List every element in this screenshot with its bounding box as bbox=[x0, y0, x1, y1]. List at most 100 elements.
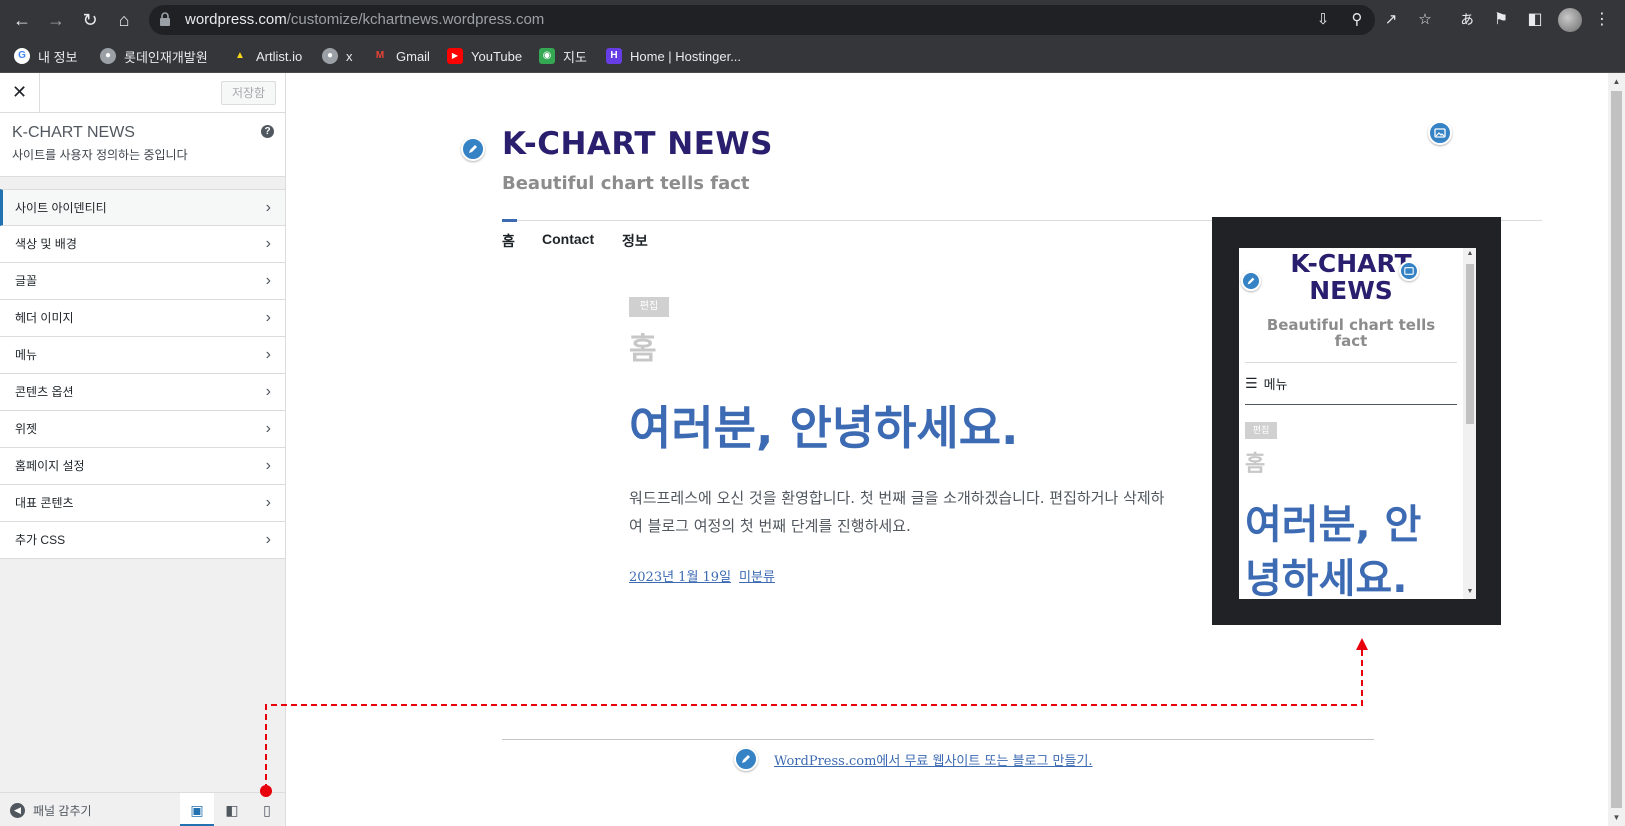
post-body: 워드프레스에 오신 것을 환영합니다. 첫 번째 글을 소개하겠습니다. 편집하… bbox=[629, 484, 1219, 540]
menu-item-label: 메뉴 bbox=[15, 348, 38, 362]
bookmark-item[interactable]: G내 정보 bbox=[14, 46, 78, 66]
star-icon[interactable]: ☆ bbox=[1415, 10, 1435, 30]
chevron-right-icon: › bbox=[265, 309, 271, 326]
menu-item-homepage-settings[interactable]: 홈페이지 설정 › bbox=[0, 448, 285, 485]
back-arrow-icon[interactable]: ← bbox=[10, 8, 34, 32]
customizer-footer: ◀ 패널 감추기 ▣ ◧ ▯ bbox=[0, 792, 285, 826]
mobile-divider bbox=[1245, 362, 1457, 363]
menu-item-content-options[interactable]: 콘텐츠 옵션 › bbox=[0, 374, 285, 411]
bookmark-item[interactable]: ◉ 지도 bbox=[539, 46, 587, 66]
scroll-down-icon[interactable]: ▼ bbox=[1466, 588, 1474, 595]
mobile-heading-line: 여러분, 안 bbox=[1245, 502, 1422, 548]
menu-item-label: 위젯 bbox=[15, 422, 38, 436]
install-icon[interactable]: ⇩ bbox=[1313, 10, 1333, 30]
collapse-panel-button[interactable]: ◀ 패널 감추기 bbox=[10, 802, 92, 819]
translate-extension-icon[interactable]: ぁ bbox=[1455, 8, 1479, 32]
mobile-edit-tag[interactable]: 편집 bbox=[1245, 422, 1277, 439]
mobile-site-description: Beautiful chart tells fact bbox=[1239, 317, 1463, 349]
tablet-preview-icon[interactable]: ◧ bbox=[215, 793, 249, 826]
preview-scrollbar[interactable]: ▲ ▼ bbox=[1608, 73, 1625, 826]
menu-item-additional-css[interactable]: 추가 CSS › bbox=[0, 522, 285, 559]
scroll-up-icon[interactable]: ▲ bbox=[1612, 77, 1621, 86]
hamburger-icon: ☰ bbox=[1245, 375, 1258, 391]
footer-link[interactable]: WordPress.com에서 무료 웹사이트 또는 블로그 만들기. bbox=[774, 750, 1093, 769]
side-panel-icon[interactable]: ◧ bbox=[1523, 8, 1547, 32]
bookmark-item[interactable]: ▶ YouTube bbox=[447, 46, 522, 66]
nav-item-home[interactable]: 홈 bbox=[502, 231, 515, 251]
site-title[interactable]: K-CHART NEWS bbox=[502, 126, 773, 162]
menu-item-widgets[interactable]: 위젯 › bbox=[0, 411, 285, 448]
home-icon[interactable]: ⌂ bbox=[112, 8, 136, 32]
mobile-desc-line: fact bbox=[1334, 332, 1368, 350]
mobile-header-image-edit-icon[interactable] bbox=[1399, 261, 1419, 281]
nav-item-info[interactable]: 정보 bbox=[622, 231, 648, 251]
collapse-label: 패널 감추기 bbox=[33, 804, 92, 818]
close-icon[interactable]: ✕ bbox=[0, 73, 40, 113]
menu-item-label: 홈페이지 설정 bbox=[15, 459, 85, 473]
kebab-menu-icon[interactable]: ⋮ bbox=[1590, 8, 1614, 32]
bookmark-item[interactable]: ● x bbox=[322, 46, 353, 66]
maps-icon: ◉ bbox=[539, 48, 555, 64]
nav-item-contact[interactable]: Contact bbox=[542, 231, 594, 247]
site-description: Beautiful chart tells fact bbox=[502, 173, 750, 194]
menu-item-label: 콘텐츠 옵션 bbox=[15, 385, 74, 399]
scroll-up-icon[interactable]: ▲ bbox=[1466, 250, 1474, 257]
bookmark-item[interactable]: ▲ Artlist.io bbox=[232, 46, 302, 66]
mobile-preview-frame: K-CHART NEWS Beautiful chart tells fact … bbox=[1212, 217, 1501, 625]
nav-active-indicator bbox=[502, 219, 517, 222]
customizer-subtitle: 사이트를 사용자 정의하는 중입니다 bbox=[12, 148, 188, 162]
customizer-header: ✕ 저장함 bbox=[0, 73, 285, 113]
bookmark-item[interactable]: ● 롯데인재개발원 bbox=[100, 46, 208, 66]
save-button[interactable]: 저장함 bbox=[221, 81, 276, 105]
menu-item-fonts[interactable]: 글꼴 › bbox=[0, 263, 285, 300]
post-category-link[interactable]: 미분류 bbox=[739, 570, 775, 585]
footer-divider bbox=[502, 739, 1374, 740]
artlist-icon: ▲ bbox=[235, 50, 245, 61]
chevron-right-icon: › bbox=[265, 494, 271, 511]
menu-item-label: 헤더 이미지 bbox=[15, 311, 74, 325]
customizer-sidebar: ✕ 저장함 K-CHART NEWS 사이트를 사용자 정의하는 중입니다 ? … bbox=[0, 73, 286, 826]
menu-item-site-identity[interactable]: 사이트 아이덴티티 › bbox=[0, 189, 285, 226]
share-icon[interactable]: ↗ bbox=[1381, 10, 1401, 30]
menu-item-menus[interactable]: 메뉴 › bbox=[0, 337, 285, 374]
chevron-right-icon: › bbox=[265, 346, 271, 363]
desktop-preview-icon[interactable]: ▣ bbox=[180, 793, 214, 826]
edit-pencil-icon[interactable] bbox=[461, 137, 485, 161]
youtube-icon: ▶ bbox=[447, 48, 463, 64]
footer-edit-pencil-icon[interactable] bbox=[734, 747, 758, 771]
zoom-icon[interactable]: ⚲ bbox=[1347, 10, 1367, 30]
bookmarks-bar: G내 정보 ● 롯데인재개발원 ▲ Artlist.io ● x M Gmail ▶ Yo… bbox=[0, 40, 1625, 73]
mobile-scrollbar[interactable]: ▲ ▼ bbox=[1463, 248, 1476, 599]
mobile-preview-icon[interactable]: ▯ bbox=[250, 793, 284, 826]
help-icon[interactable]: ? bbox=[261, 125, 274, 138]
mobile-menu-toggle[interactable]: ☰ 메뉴 bbox=[1245, 374, 1287, 393]
menu-item-colors[interactable]: 색상 및 배경 › bbox=[0, 226, 285, 263]
mobile-page-title: 홈 bbox=[1245, 452, 1266, 477]
edit-tag[interactable]: 편집 bbox=[629, 297, 669, 317]
scroll-down-icon[interactable]: ▼ bbox=[1612, 813, 1621, 822]
scrollbar-thumb[interactable] bbox=[1611, 91, 1622, 808]
mobile-site-title: K-CHART NEWS bbox=[1239, 250, 1463, 304]
bookmark-item[interactable]: M Gmail bbox=[372, 46, 430, 66]
post-body-line: 여 블로그 여정의 첫 번째 단계를 진행하세요. bbox=[629, 517, 911, 535]
reload-icon[interactable]: ↻ bbox=[78, 8, 102, 32]
mobile-desc-line: Beautiful chart tells bbox=[1266, 316, 1436, 334]
post-heading[interactable]: 여러분, 안녕하세요. bbox=[629, 392, 1019, 458]
mobile-post-heading: 여러분, 안 녕하세요. bbox=[1245, 498, 1455, 599]
url-text: wordpress.com/customize/kchartnews.wordp… bbox=[185, 11, 545, 28]
mobile-edit-pencil-icon[interactable] bbox=[1241, 271, 1261, 291]
bookmark-item[interactable]: H Home | Hostinger... bbox=[606, 46, 741, 66]
scrollbar-thumb[interactable] bbox=[1466, 264, 1474, 424]
puzzle-extensions-icon[interactable]: ⚑ bbox=[1489, 8, 1513, 32]
forward-arrow-icon[interactable]: → bbox=[44, 8, 68, 32]
post-meta: 2023년 1월 19일 미분류 bbox=[629, 566, 783, 585]
mobile-preview-screen: K-CHART NEWS Beautiful chart tells fact … bbox=[1239, 248, 1476, 599]
mobile-heading-line: 녕하세요. bbox=[1245, 556, 1408, 599]
menu-item-label: 추가 CSS bbox=[15, 533, 66, 547]
address-bar[interactable]: wordpress.com/customize/kchartnews.wordp… bbox=[149, 5, 1432, 35]
menu-item-header-image[interactable]: 헤더 이미지 › bbox=[0, 300, 285, 337]
header-image-edit-icon[interactable] bbox=[1428, 121, 1452, 145]
post-date-link[interactable]: 2023년 1월 19일 bbox=[629, 570, 731, 585]
profile-avatar[interactable] bbox=[1558, 8, 1582, 32]
menu-item-featured-content[interactable]: 대표 콘텐츠 › bbox=[0, 485, 285, 522]
